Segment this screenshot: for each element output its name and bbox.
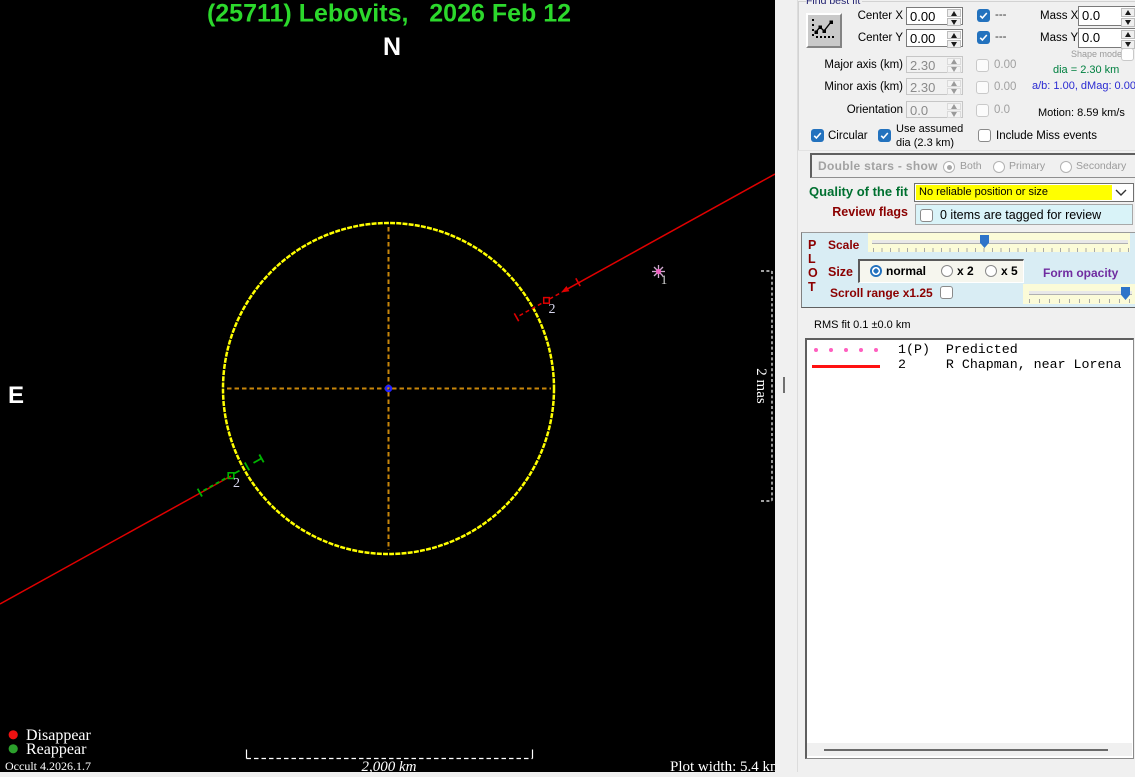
svg-text:2,000 km: 2,000 km [362,759,417,772]
svg-text:2: 2 [233,476,240,491]
svg-text:2 mas: 2 mas [753,368,769,404]
svg-text:2: 2 [549,302,556,317]
svg-text:E: E [8,382,24,409]
svg-text:Reappear: Reappear [26,741,87,758]
svg-text:Plot width: 5.4 km: Plot width: 5.4 km [670,759,775,772]
svg-text:N: N [383,33,401,61]
svg-text:1: 1 [661,272,668,287]
svg-text:(25711) Lebovits, 2026 Feb 1: (25711) Lebovits, 2026 Feb 12 [207,0,571,28]
svg-text:Occult 4.2026.1.7: Occult 4.2026.1.7 [5,759,91,772]
